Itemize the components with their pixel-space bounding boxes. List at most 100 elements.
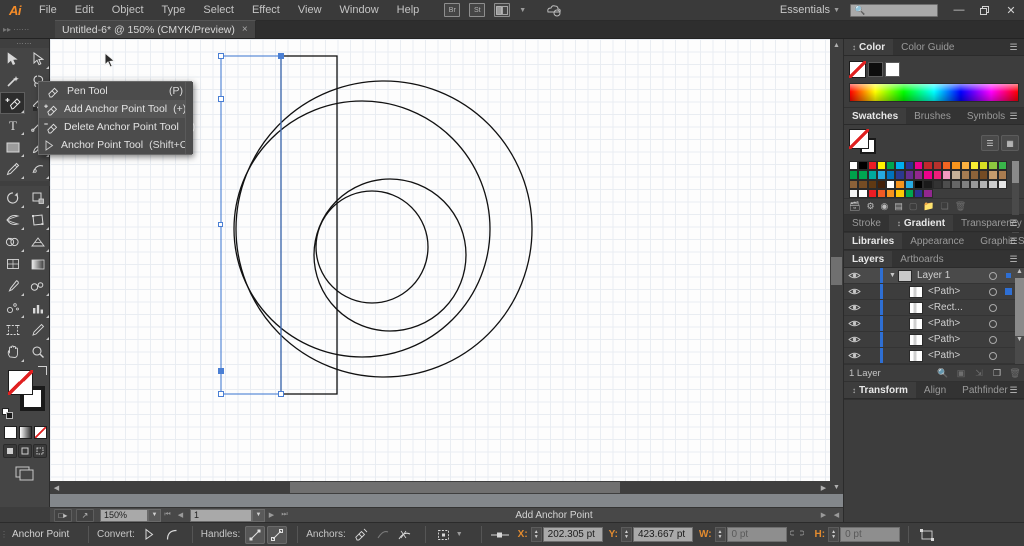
tab-color[interactable]: ↕ Color <box>844 39 894 55</box>
dock-grip[interactable]: ▸▸ ⋯⋯ <box>0 20 55 38</box>
share-on-behance-icon[interactable]: ↗ <box>76 508 94 522</box>
swatch-cell[interactable] <box>867 161 877 171</box>
libraries-group-menu-icon[interactable]: ☰ <box>1007 236 1020 247</box>
layer-row[interactable]: <Rect... <box>844 300 1015 317</box>
swatch-cell[interactable] <box>876 188 887 199</box>
color-spectrum-ramp[interactable] <box>849 83 1019 102</box>
swatch-cell[interactable] <box>849 188 859 199</box>
draw-inside-button[interactable] <box>33 444 47 458</box>
zoom-level-input[interactable]: 150% <box>100 508 148 522</box>
tab-swatches[interactable]: Swatches <box>844 108 907 124</box>
flyout-item-add-anchor-point-tool[interactable]: Add Anchor Point Tool (+) <box>33 100 191 118</box>
layer-expand-arrow-icon[interactable]: ▼ <box>887 272 898 279</box>
perspective-grid-tool[interactable] <box>25 231 50 253</box>
stock-icon[interactable]: St <box>469 3 486 17</box>
menu-type[interactable]: Type <box>153 0 195 21</box>
constrain-proportions-icon[interactable] <box>787 526 807 544</box>
artboard-dropdown-icon[interactable]: ▼ <box>252 508 265 522</box>
layers-scroll-down-icon[interactable]: ▼ <box>1015 336 1024 346</box>
layer-target-circle[interactable] <box>985 271 1001 280</box>
swatch-cell[interactable] <box>904 179 915 189</box>
height-input[interactable]: 0 pt <box>840 527 901 542</box>
locate-object-icon[interactable]: 🔍 <box>934 366 952 381</box>
magic-wand-tool[interactable] <box>0 70 25 92</box>
color-panel-menu-icon[interactable]: ☰ <box>1007 42 1020 53</box>
flyout-item-pen-tool[interactable]: Pen Tool (P) <box>39 82 191 100</box>
swatch-cell[interactable] <box>997 161 1008 171</box>
swatch-cell[interactable] <box>867 170 877 180</box>
menu-select[interactable]: Select <box>194 0 243 21</box>
swatch-cell[interactable] <box>867 179 877 189</box>
swatch-cell[interactable] <box>858 161 868 171</box>
color-fill-chip[interactable] <box>849 61 866 78</box>
menu-effect[interactable]: Effect <box>243 0 289 21</box>
layer-visibility-icon[interactable] <box>844 303 864 312</box>
document-tab[interactable]: Untitled-6* @ 150% (CMYK/Preview) × <box>55 20 256 38</box>
arrange-documents-icon[interactable] <box>494 3 511 17</box>
swatch-cell[interactable] <box>849 161 859 171</box>
layer-target-circle[interactable] <box>985 351 1001 360</box>
create-new-layer-icon[interactable]: ❐ <box>988 366 1006 381</box>
default-fill-stroke-icon[interactable] <box>2 408 13 419</box>
gradient-tool[interactable] <box>25 253 50 275</box>
y-stepper[interactable]: ▲ ▼ <box>620 527 632 542</box>
flyout-item-delete-anchor-point-tool[interactable]: Delete Anchor Point Tool (-) <box>39 118 195 136</box>
zoom-dropdown-icon[interactable]: ▼ <box>148 508 161 522</box>
swatch-cell[interactable] <box>951 170 961 180</box>
new-swatch-folder-icon[interactable]: 📁 <box>923 201 934 212</box>
layer-name[interactable]: <Path> <box>928 318 985 329</box>
menu-help[interactable]: Help <box>388 0 429 21</box>
swatch-cell[interactable] <box>923 179 933 189</box>
swatches-scroll-thumb[interactable] <box>1012 161 1019 183</box>
swatch-cell[interactable] <box>960 179 970 189</box>
rectangle-tool[interactable] <box>0 136 25 158</box>
next-artboard-button[interactable]: ▶ <box>265 509 278 522</box>
swatch-cell[interactable] <box>969 170 980 180</box>
previous-artboard-button[interactable]: ◀ <box>174 509 187 522</box>
zoom-tool[interactable] <box>25 341 50 363</box>
layer-name[interactable]: Layer 1 <box>917 270 985 281</box>
arrange-documents-chevron-icon[interactable]: ▼ <box>519 7 526 14</box>
layer-name[interactable]: <Path> <box>928 350 985 361</box>
minimize-button[interactable]: — <box>946 0 972 20</box>
search-input[interactable]: 🔍 <box>850 3 938 17</box>
draw-normal-button[interactable] <box>3 444 17 458</box>
h-stepper[interactable]: ▲ ▼ <box>828 527 840 542</box>
layer-row[interactable]: <Path> <box>844 284 1015 301</box>
tab-brushes[interactable]: Brushes <box>906 108 959 124</box>
swatch-cell[interactable] <box>988 170 998 180</box>
swatch-cell[interactable] <box>932 170 942 180</box>
artboard-tool[interactable] <box>0 319 25 341</box>
layer-row[interactable]: <Path> <box>844 332 1015 349</box>
scroll-down-arrow-icon[interactable]: ▼ <box>830 481 843 494</box>
artboard-number-input[interactable]: 1 <box>190 508 252 522</box>
list-view-button[interactable]: ☰ <box>981 135 999 151</box>
layer-name[interactable]: <Path> <box>928 286 985 297</box>
swatch-cell[interactable] <box>914 161 924 171</box>
layer-visibility-icon[interactable] <box>844 351 864 360</box>
eyedropper-tool[interactable] <box>0 275 25 297</box>
x-stepper[interactable]: ▲ ▼ <box>530 527 542 542</box>
tab-align[interactable]: Align <box>915 382 955 399</box>
hide-handles-button[interactable] <box>267 525 288 544</box>
color-black-chip[interactable] <box>868 62 883 77</box>
cc-sync-icon[interactable] <box>545 3 563 17</box>
tab-transform[interactable]: ↕ Transform <box>844 382 916 399</box>
layers-scrollbar[interactable]: ▲ ▼ <box>1015 268 1024 365</box>
swatch-cell[interactable] <box>951 179 961 189</box>
swatch-cell[interactable] <box>876 161 887 171</box>
color-white-chip[interactable] <box>885 62 900 77</box>
symbol-sprayer-tool[interactable] <box>0 297 25 319</box>
swatch-cell[interactable] <box>951 161 961 171</box>
status-collapse-icon[interactable]: ◀ <box>830 509 843 522</box>
selection-tool[interactable] <box>0 48 25 70</box>
screen-mode-button[interactable] <box>0 466 50 481</box>
swatch-cell[interactable] <box>923 170 933 180</box>
scale-tool[interactable] <box>25 187 50 209</box>
swatch-cell[interactable] <box>941 170 952 180</box>
control-bar-grip[interactable]: ⋮ <box>0 530 8 539</box>
type-tool[interactable]: T <box>0 114 25 136</box>
tab-artboards[interactable]: Artboards <box>892 251 952 268</box>
none-fill-button[interactable] <box>33 426 47 439</box>
scroll-up-arrow-icon[interactable]: ▲ <box>830 39 843 52</box>
